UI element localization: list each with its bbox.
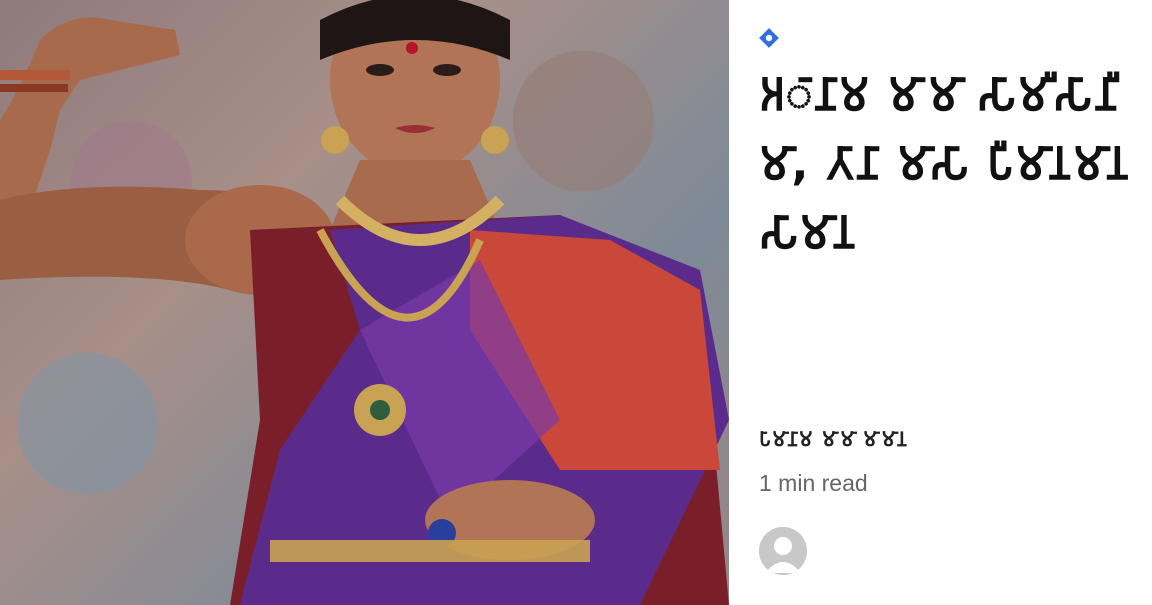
read-time: 1 min read: [759, 470, 868, 496]
post-author[interactable]: 𑀧𑀸𑀫𑀸𑀦𑀸𑀫 𑀫𑀸𑀫𑀸 𑀫𑀸𑀫𑀸𑀦: [759, 426, 1139, 453]
diamond-category-icon[interactable]: [759, 28, 779, 48]
post-title[interactable]: 𑀅𑀸𑀦𑀸𑀫 𑀫𑀸𑀫𑀸 𑀲𑀸𑀫𑀻𑀲𑀸𑀦𑀻𑀫𑀸, 𑀢𑀸𑀦𑀸 𑀫𑀸𑀲𑀸 𑀧𑀻𑀫𑀸𑀦𑀫𑀸…: [759, 60, 1139, 267]
featured-image[interactable]: [0, 0, 729, 605]
featured-image-illustration: [0, 0, 729, 605]
default-user-avatar-icon[interactable]: [759, 527, 807, 575]
post-info-panel: 𑀅𑀸𑀦𑀸𑀫 𑀫𑀸𑀫𑀸 𑀲𑀸𑀫𑀻𑀲𑀸𑀦𑀻𑀫𑀸, 𑀢𑀸𑀦𑀸 𑀫𑀸𑀲𑀸 𑀧𑀻𑀫𑀸𑀦𑀫𑀸…: [729, 0, 1152, 605]
